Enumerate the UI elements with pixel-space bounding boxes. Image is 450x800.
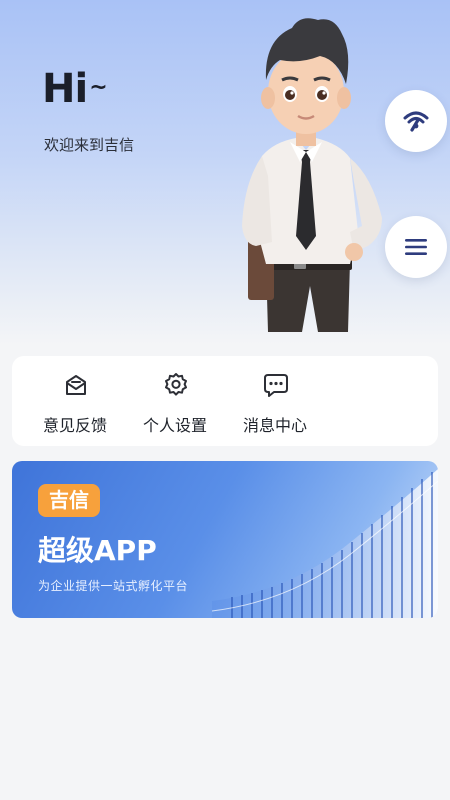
signal-icon (403, 111, 429, 132)
quick-action-feedback[interactable]: 意见反馈 (30, 356, 120, 446)
message-bubble-icon (264, 374, 288, 397)
greeting-title: Hi~ (42, 66, 108, 112)
menu-button[interactable] (385, 216, 447, 278)
quick-action-label: 意见反馈 (42, 416, 107, 435)
quick-action-messages[interactable]: 消息中心 (230, 356, 320, 446)
welcome-text: 欢迎来到吉信 (44, 136, 135, 154)
quick-action-label: 消息中心 (242, 416, 307, 435)
gear-icon (165, 373, 187, 396)
quick-action-label: 个人设置 (142, 416, 207, 435)
building-graphic (212, 469, 438, 618)
hero-header: Hi~ 欢迎来到吉信 (0, 0, 450, 345)
promo-banner[interactable]: 吉信 超级APP 为企业提供一站式孵化平台 (12, 461, 438, 618)
signal-button[interactable] (385, 90, 447, 152)
banner-subtitle: 为企业提供一站式孵化平台 (38, 579, 189, 593)
banner-title: 超级APP (38, 534, 157, 567)
feedback-mail-icon (66, 375, 86, 395)
quick-actions-card: 意见反馈 个人设置 消息中心 (12, 356, 438, 446)
menu-icon (405, 239, 427, 255)
brand-badge: 吉信 (38, 484, 100, 517)
avatar-illustration (242, 18, 382, 332)
quick-action-settings[interactable]: 个人设置 (130, 356, 220, 446)
